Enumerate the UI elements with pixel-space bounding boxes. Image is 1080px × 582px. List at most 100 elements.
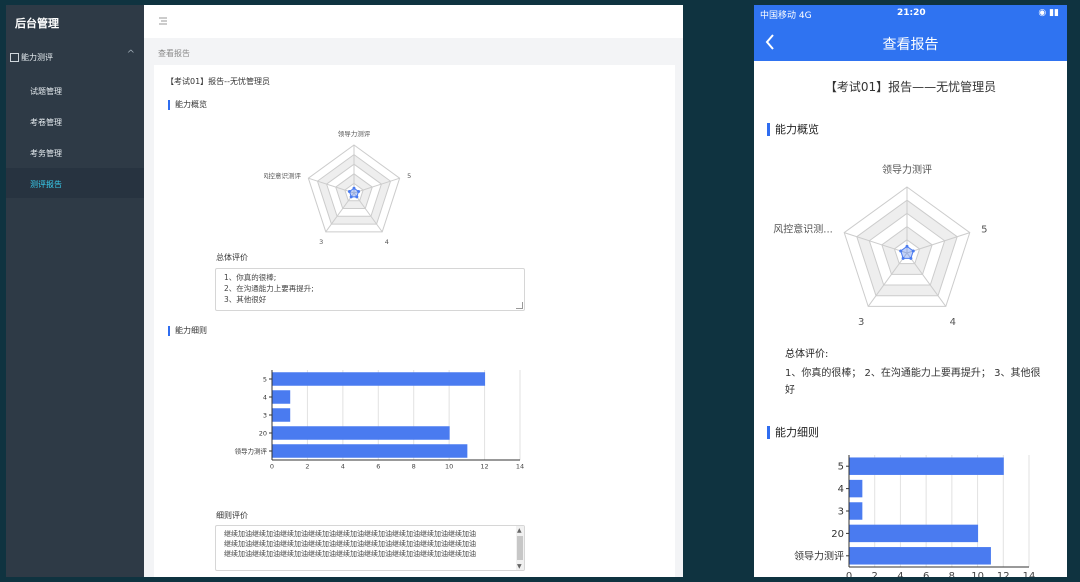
- y-tick-label: 20: [259, 429, 267, 437]
- sidebar-item-exam-affairs[interactable]: 考务管理: [6, 137, 144, 167]
- detail-label: 细则评价: [216, 511, 248, 520]
- sidebar-item-label: 考卷管理: [30, 118, 62, 127]
- detail-textarea[interactable]: 继续加油继续加油继续加油继续加油继续加油继续加油继续加油继续加油继续加油 继续加…: [215, 525, 525, 571]
- sidebar: 后台管理 能力测评 ^ 试题管理 考卷管理 考务管理 测评报告: [6, 5, 144, 577]
- overall-text: 1、你真的很棒； 2、在沟通能力上要再提升； 3、其他很好: [785, 368, 1041, 396]
- report-title: 【考试01】报告--无忧管理员: [166, 77, 270, 86]
- x-tick-label: 6: [923, 571, 929, 577]
- radar-axis-label: 5: [981, 224, 987, 235]
- bar: [272, 444, 468, 458]
- overall-textarea[interactable]: 1、你真的很棒; 2、在沟通能力上要再提升; 3、其他很好: [215, 268, 525, 311]
- radar-point: [905, 244, 909, 248]
- status-time: 21:20: [897, 8, 926, 18]
- y-tick-label: 领导力测评: [794, 549, 844, 562]
- x-tick-label: 4: [897, 571, 903, 577]
- sidebar-item-label: 考务管理: [30, 149, 62, 158]
- bar: [849, 547, 991, 565]
- radar-point: [901, 256, 905, 260]
- section-overview: 能力概览: [168, 100, 207, 110]
- y-tick-label: 5: [838, 462, 844, 473]
- sidebar-item-reports[interactable]: 测评报告: [6, 168, 144, 198]
- x-tick-label: 0: [846, 571, 852, 577]
- carrier-label: 中国移动 4G: [760, 11, 812, 21]
- topbar: [144, 5, 683, 38]
- x-tick-label: 10: [445, 463, 453, 471]
- status-bar: 中国移动 4G 21:20 ◉ ▮▮: [754, 5, 1067, 23]
- y-tick-label: 4: [838, 484, 844, 495]
- overall-line: 1、你真的很棒;: [224, 273, 277, 282]
- radar-point: [909, 256, 913, 260]
- y-tick-label: 3: [263, 411, 267, 419]
- detail-line: 继续加油继续加油继续加油继续加油继续加油继续加油继续加油继续加油继续加油: [224, 550, 476, 558]
- section-details: 能力细则: [767, 426, 819, 439]
- resize-handle-icon[interactable]: [516, 302, 523, 309]
- brand-title: 后台管理: [15, 17, 59, 30]
- radar-axis-label: 领导力测评: [338, 129, 371, 138]
- radar-axis-label: 领导力测评: [882, 163, 932, 176]
- radar-axis-label: 4: [950, 317, 956, 328]
- textarea-scrollbar[interactable]: ▲ ▼: [516, 526, 524, 570]
- scrollbar-thumb[interactable]: [517, 536, 523, 560]
- y-tick-label: 20: [831, 529, 844, 540]
- radar-axis-label: 4: [385, 238, 389, 246]
- bar-chart: 0 2 4 6 8 10 12 14 5 4 3 20 领导力测评: [794, 455, 1035, 577]
- radar-point: [352, 186, 356, 190]
- main-area: 查看报告 【考试01】报告--无忧管理员 能力概览 领导力测评 5 4 3 风控意识测评…: [144, 5, 683, 577]
- bar: [849, 457, 1004, 475]
- bar: [272, 426, 450, 440]
- bar: [849, 479, 863, 498]
- x-tick-label: 6: [376, 463, 380, 471]
- bar: [272, 372, 486, 386]
- radar-point: [899, 249, 903, 253]
- overall-label: 总体评价:: [785, 349, 829, 360]
- menu-group-icon: [10, 53, 19, 62]
- bar: [849, 524, 979, 543]
- bar: [272, 408, 291, 422]
- radar-axis-label: 风控意识测...: [773, 222, 833, 235]
- y-tick-label: 领导力测评: [235, 446, 268, 455]
- nav-bar: 查看报告: [754, 23, 1067, 61]
- radar-point: [357, 190, 361, 194]
- scroll-down-icon[interactable]: ▼: [517, 562, 522, 570]
- mobile-screen: 中国移动 4G 21:20 ◉ ▮▮ 查看报告 【考试01】报告——无忧管理员 …: [754, 5, 1067, 577]
- radar-point: [355, 195, 359, 199]
- x-tick-label: 2: [305, 463, 309, 471]
- x-tick-label: 2: [872, 571, 878, 577]
- battery-icon: ◉ ▮▮: [1038, 8, 1059, 18]
- x-tick-label: 12: [997, 571, 1010, 577]
- hamburger-icon[interactable]: [158, 16, 168, 26]
- x-tick-label: 14: [516, 463, 524, 471]
- breadcrumb[interactable]: 查看报告: [158, 48, 190, 59]
- sidebar-item-label: 试题管理: [30, 87, 62, 96]
- y-tick-label: 5: [263, 375, 267, 383]
- y-tick-label: 4: [263, 393, 267, 401]
- sidebar-item-papers[interactable]: 考卷管理: [6, 106, 144, 136]
- radar-axis-label: 风控意识测评: [264, 171, 301, 180]
- overall-label: 总体评价: [216, 253, 248, 262]
- radar-chart: 领导力测评 5 4 3 风控意识测评: [264, 129, 411, 246]
- x-tick-label: 4: [341, 463, 345, 471]
- radar-axis-label: 3: [319, 238, 323, 246]
- admin-window: 后台管理 能力测评 ^ 试题管理 考卷管理 考务管理 测评报告 查看报告 【考试…: [6, 5, 683, 577]
- x-tick-label: 0: [270, 463, 274, 471]
- radar-point: [347, 190, 351, 194]
- x-tick-label: 8: [949, 571, 955, 577]
- nav-title: 查看报告: [882, 37, 939, 53]
- report-title: 【考试01】报告——无忧管理员: [824, 80, 997, 94]
- bar: [849, 502, 863, 520]
- sidebar-item-questions[interactable]: 试题管理: [6, 75, 144, 105]
- detail-line: 继续加油继续加油继续加油继续加油继续加油继续加油继续加油继续加油继续加油: [224, 540, 476, 548]
- scroll-up-icon[interactable]: ▲: [517, 526, 522, 536]
- radar-point: [911, 249, 915, 253]
- section-overview: 能力概览: [767, 123, 819, 136]
- y-tick-label: 3: [838, 507, 844, 518]
- detail-line: 继续加油继续加油继续加油继续加油继续加油继续加油继续加油继续加油继续加油: [224, 530, 476, 538]
- overall-line: 3、其他很好: [224, 295, 267, 304]
- bar-chart: 0 2 4 6 8 10 12 14 5 4 3 20 领导力测评: [235, 370, 524, 471]
- radar-point: [349, 195, 353, 199]
- overall-line: 2、在沟通能力上要再提升;: [224, 284, 314, 293]
- caret-up-icon: ^: [126, 49, 135, 60]
- sidebar-item-label: 测评报告: [30, 180, 62, 189]
- menu-group-ability[interactable]: 能力测评 ^: [6, 49, 144, 67]
- radar-chart: 领导力测评 5 4 3 风控意识测...: [773, 163, 987, 328]
